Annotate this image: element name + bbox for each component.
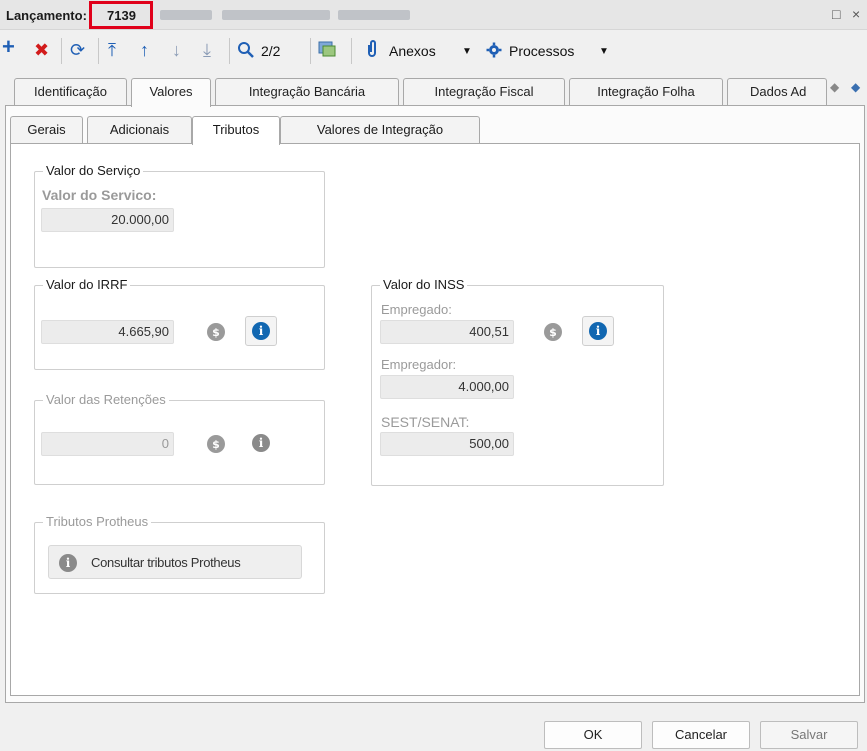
tab-dados-ad[interactable]: Dados Ad <box>727 78 827 106</box>
main-tabs: Identificação Valores Integração Bancári… <box>0 78 867 107</box>
window-title-label: Lançamento: <box>6 8 87 23</box>
tab-scroll-left-icon[interactable]: ◆ <box>830 80 839 94</box>
processos-menu[interactable]: Processos <box>509 43 574 59</box>
retencoes-calculate-button[interactable]: $ <box>200 429 232 459</box>
group-title: Valor das Retenções <box>43 392 169 408</box>
valor-servico-label: Valor do Servico: <box>42 187 157 203</box>
chevron-down-icon[interactable]: ▼ <box>462 46 472 57</box>
tab-valores-integracao[interactable]: Valores de Integração <box>280 116 480 144</box>
inss-calculate-button[interactable]: $ <box>537 317 569 347</box>
irrf-info-button[interactable]: i <box>245 316 277 346</box>
chevron-down-icon[interactable]: ▼ <box>599 46 609 57</box>
paperclip-icon <box>366 40 378 63</box>
tab-tributos[interactable]: Tributos <box>192 116 280 145</box>
toolbar-separator <box>229 38 230 64</box>
consultar-tributos-label: Consultar tributos Protheus <box>91 555 241 570</box>
search-icon[interactable] <box>237 41 255 59</box>
empregador-label: Empregador: <box>381 357 457 372</box>
valor-retencoes-field: 0 <box>41 432 174 456</box>
info-icon: i <box>252 434 270 452</box>
title-bar: Lançamento: 7139 □ × <box>0 0 867 30</box>
sest-senat-field: 500,00 <box>380 432 514 456</box>
irrf-calculate-button[interactable]: $ <box>200 317 232 347</box>
toolbar: + ✖ ⟳ ⤒ ↑ ↓ ⤓ 2/2 Anexos ▼ Processos ▼ <box>0 32 867 70</box>
info-icon: i <box>252 322 270 340</box>
tab-scroll-right-icon[interactable]: ◆ <box>851 80 860 94</box>
tab-integracao-fiscal[interactable]: Integração Fiscal <box>403 78 565 106</box>
previous-record-icon[interactable]: ↑ <box>140 40 149 60</box>
toolbar-separator <box>98 38 99 64</box>
tab-adicionais[interactable]: Adicionais <box>87 116 192 144</box>
record-id-highlight <box>89 1 153 29</box>
group-title: Valor do IRRF <box>43 277 131 293</box>
redacted-text <box>338 10 410 20</box>
next-record-icon[interactable]: ↓ <box>172 40 181 60</box>
page-counter: 2/2 <box>261 43 281 59</box>
money-icon: $ <box>207 435 225 453</box>
consultar-tributos-button[interactable]: i Consultar tributos Protheus <box>48 545 302 579</box>
money-icon: $ <box>544 323 562 341</box>
empregador-field: 4.000,00 <box>380 375 514 399</box>
refresh-icon[interactable]: ⟳ <box>70 40 85 60</box>
gear-icon <box>486 42 502 63</box>
money-icon: $ <box>207 323 225 341</box>
ok-button[interactable]: OK <box>544 721 642 749</box>
cancel-button[interactable]: Cancelar <box>652 721 750 749</box>
toolbar-separator <box>310 38 311 64</box>
export-icon[interactable] <box>318 40 336 63</box>
delete-icon[interactable]: ✖ <box>34 40 49 60</box>
tab-integracao-bancaria[interactable]: Integração Bancária <box>215 78 399 106</box>
minimize-icon[interactable]: □ <box>832 6 840 22</box>
tab-valores[interactable]: Valores <box>131 78 211 107</box>
tab-integracao-folha[interactable]: Integração Folha <box>569 78 723 106</box>
valor-irrf-field: 4.665,90 <box>41 320 174 344</box>
tab-identificacao[interactable]: Identificação <box>14 78 127 106</box>
redacted-text <box>222 10 330 20</box>
tab-gerais[interactable]: Gerais <box>10 116 83 144</box>
retencoes-info-button[interactable]: i <box>245 428 277 458</box>
add-icon[interactable]: + <box>2 36 15 58</box>
sest-senat-label: SEST/SENAT: <box>381 414 470 430</box>
last-record-icon[interactable]: ⤓ <box>203 40 211 60</box>
redacted-text <box>160 10 212 20</box>
group-title: Valor do INSS <box>380 277 468 293</box>
group-title: Tributos Protheus <box>43 514 152 530</box>
close-icon[interactable]: × <box>852 6 860 22</box>
anexos-menu[interactable]: Anexos <box>389 43 436 59</box>
first-record-icon[interactable]: ⤒ <box>108 40 116 60</box>
empregado-field: 400,51 <box>380 320 514 344</box>
inss-info-button[interactable]: i <box>582 316 614 346</box>
save-button[interactable]: Salvar <box>760 721 858 749</box>
toolbar-separator <box>61 38 62 64</box>
info-icon: i <box>589 322 607 340</box>
valor-servico-field: 20.000,00 <box>41 208 174 232</box>
empregado-label: Empregado: <box>381 302 452 317</box>
toolbar-separator <box>351 38 352 64</box>
group-title: Valor do Serviço <box>43 163 144 179</box>
info-icon: i <box>59 554 77 572</box>
